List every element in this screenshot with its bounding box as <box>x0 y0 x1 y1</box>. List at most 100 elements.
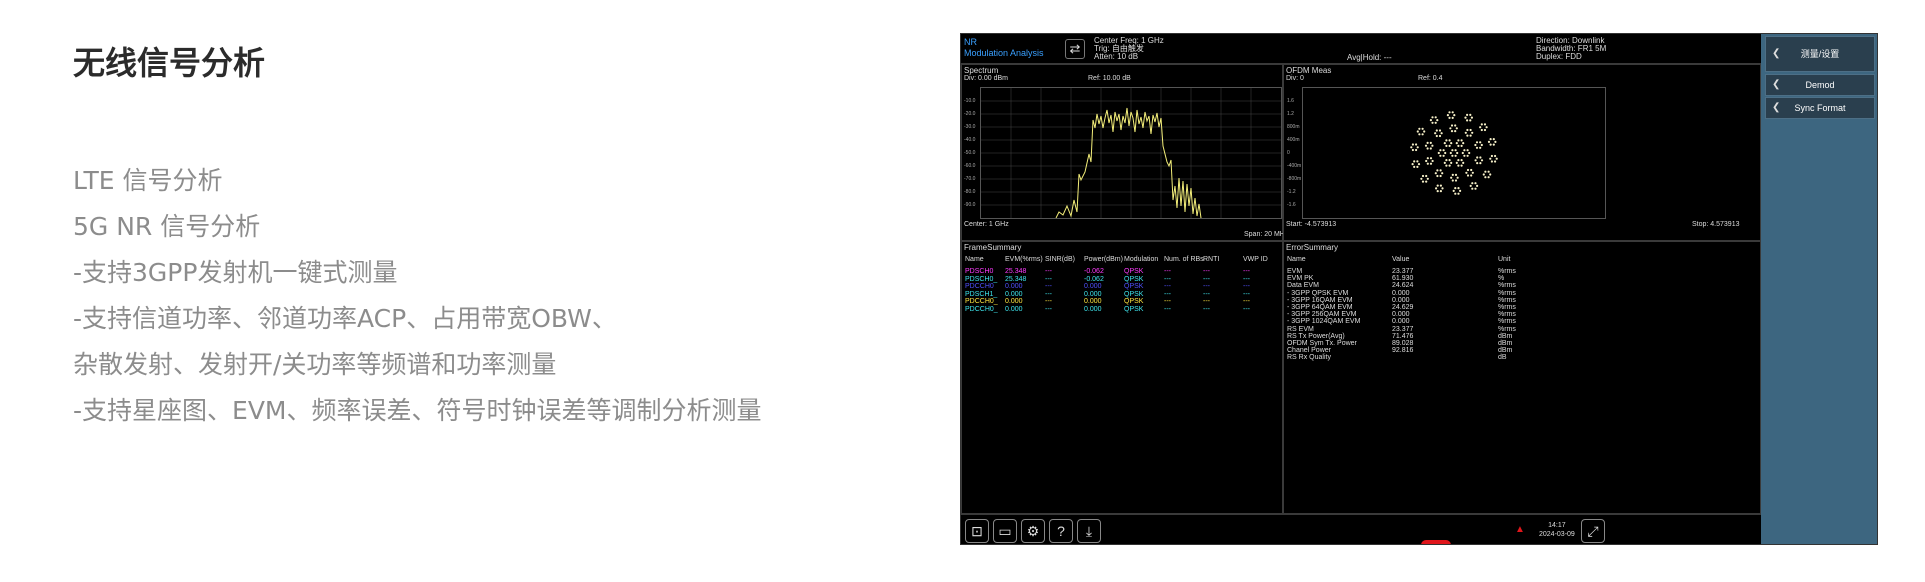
table-cell: --- <box>1203 268 1210 275</box>
constellation-point <box>1420 177 1423 180</box>
frame-summary-panel[interactable]: FrameSummary Name EVM(%rms) SINR(dB) Pow… <box>961 241 1283 514</box>
restart-icon[interactable]: ⇄ <box>1065 39 1085 59</box>
constellation-point <box>1436 119 1439 122</box>
constellation-point <box>1434 172 1437 175</box>
screenshot-icon[interactable]: ⊡ <box>965 519 989 543</box>
spectrum-panel[interactable]: Spectrum Div: 0.00 dBm Ref: 10.00 dB -10… <box>961 64 1288 241</box>
constellation-point <box>1484 176 1487 179</box>
table-cell: --- <box>1045 298 1052 305</box>
constellation-point <box>1434 121 1437 124</box>
constellation-point <box>1479 156 1482 159</box>
constellation-point <box>1429 157 1433 160</box>
constellation-point <box>1450 124 1454 127</box>
constellation-point <box>1476 184 1479 187</box>
attenuation[interactable]: Atten: 10 dB <box>1094 52 1138 61</box>
constellation-point <box>1426 162 1429 165</box>
warning-icon[interactable]: ▲ <box>1515 524 1525 535</box>
constellation-point <box>1441 172 1444 175</box>
constellation-point <box>1424 144 1428 147</box>
table-cell: dBm <box>1498 332 1513 340</box>
constellation-point <box>1437 151 1440 155</box>
constellation-plot[interactable]: 1.6 1.2 800m 400m 0 -400m -800m -1.2 -1.… <box>1287 87 1606 219</box>
ofdm-title: OFDM Meas <box>1286 66 1332 75</box>
constellation-point <box>1431 144 1434 147</box>
constellation-point <box>1454 130 1457 133</box>
gear-icon[interactable]: ⚙ <box>1021 519 1045 543</box>
constellation-point <box>1476 162 1479 165</box>
column-header: Value <box>1392 256 1410 263</box>
help-icon[interactable]: ? <box>1049 519 1073 543</box>
constellation-point <box>1431 116 1434 119</box>
folder-icon[interactable]: ▭ <box>993 519 1017 543</box>
constellation-point <box>1483 123 1487 126</box>
y-tick: 1.2 <box>1287 111 1294 117</box>
constellation-point <box>1469 113 1472 116</box>
constellation-point <box>1466 154 1469 157</box>
mode-line2: Modulation Analysis <box>964 48 1044 58</box>
constellation-point <box>1471 187 1474 190</box>
constellation-point <box>1445 139 1448 142</box>
constellation-point <box>1455 142 1458 145</box>
measure-settings-button[interactable]: ❮ 测量/设置 <box>1765 36 1875 72</box>
constellation-point <box>1426 177 1429 180</box>
y-tick: -50.0 <box>964 150 976 156</box>
constellation-point <box>1441 187 1444 190</box>
table-cell: --- <box>1243 283 1250 290</box>
table-cell: 0.000 <box>1392 289 1410 297</box>
table-cell: - 3GPP 256QAM EVM <box>1287 311 1357 319</box>
bullet-item: -支持星座图、EVM、频率误差、符号时钟误差等调制分析测量 <box>73 396 762 425</box>
mode-title[interactable]: NR Modulation Analysis <box>964 37 1044 59</box>
constellation-point <box>1494 154 1497 158</box>
constellation-point <box>1418 133 1421 136</box>
fullscreen-icon[interactable]: ⤢ <box>1581 519 1605 543</box>
column-header: Name <box>965 256 984 263</box>
bullet-list: LTE 信号分析 5G NR 信号分析 -支持3GPP发射机一键式测量 -支持信… <box>73 158 762 434</box>
clock-time: 14:17 <box>1548 522 1566 529</box>
table-cell: % <box>1498 275 1505 283</box>
table-cell: --- <box>1164 275 1171 283</box>
bullet-item: 杂散发射、发射开/关功率等频谱和功率测量 <box>73 350 557 379</box>
y-tick: -90.0 <box>964 202 976 208</box>
duplex[interactable]: Duplex: FDD <box>1536 52 1582 61</box>
table-cell: 25.348 <box>1005 268 1027 275</box>
table-cell: --- <box>1045 275 1052 283</box>
constellation-point <box>1492 143 1495 146</box>
constellation-point <box>1476 156 1479 159</box>
constellation-point <box>1462 142 1465 145</box>
table-cell: 0.000 <box>1084 283 1102 290</box>
demod-button[interactable]: ❮ Demod <box>1765 74 1875 96</box>
column-header: VWP ID <box>1243 256 1268 263</box>
constellation-point <box>1451 111 1454 114</box>
column-header: Num. of RBs <box>1164 256 1204 263</box>
table-cell: -0.062 <box>1084 268 1104 275</box>
constellation-point <box>1411 148 1414 152</box>
table-cell: --- <box>1243 275 1250 283</box>
constellation-point <box>1451 116 1454 119</box>
constellation-point <box>1474 187 1477 190</box>
table-cell: --- <box>1164 298 1171 305</box>
constellation-point <box>1479 126 1482 129</box>
constellation-point <box>1469 134 1472 137</box>
spectrum-plot[interactable]: -10.0 -20.0 -30.0 -40.0 -50.0 -60.0 -70.… <box>964 87 1282 219</box>
table-cell: --- <box>1243 305 1250 313</box>
constellation-point <box>1474 182 1477 185</box>
constellation-point <box>1421 133 1424 136</box>
constellation-point <box>1448 144 1451 147</box>
error-summary-panel[interactable]: ErrorSummary Name Value Unit EVM 23.377 %r… <box>1283 241 1761 514</box>
constellation-point <box>1449 127 1452 130</box>
constellation-point <box>1460 159 1463 162</box>
table-cell: PDSCH0 <box>965 268 994 275</box>
table-cell: RS Tx Power(Avg) <box>1287 332 1345 340</box>
constellation-point <box>1463 154 1466 157</box>
table-cell: dBm <box>1498 347 1513 355</box>
avg-hold[interactable]: Avg|Hold: --- <box>1347 53 1392 62</box>
spectrum-trace <box>981 88 1281 218</box>
export-icon[interactable]: ⤓ <box>1077 519 1101 543</box>
ofdm-panel[interactable]: OFDM Meas Div: 0 Ref: 0.4 1.6 1.2 800m 4… <box>1283 64 1761 241</box>
table-cell: PDCCH0 <box>965 283 994 290</box>
constellation-point <box>1457 139 1460 142</box>
sync-format-button[interactable]: ❮ Sync Format <box>1765 97 1875 119</box>
table-cell: 0.000 <box>1084 305 1102 313</box>
constellation-point <box>1418 127 1421 130</box>
constellation-point <box>1475 141 1479 144</box>
